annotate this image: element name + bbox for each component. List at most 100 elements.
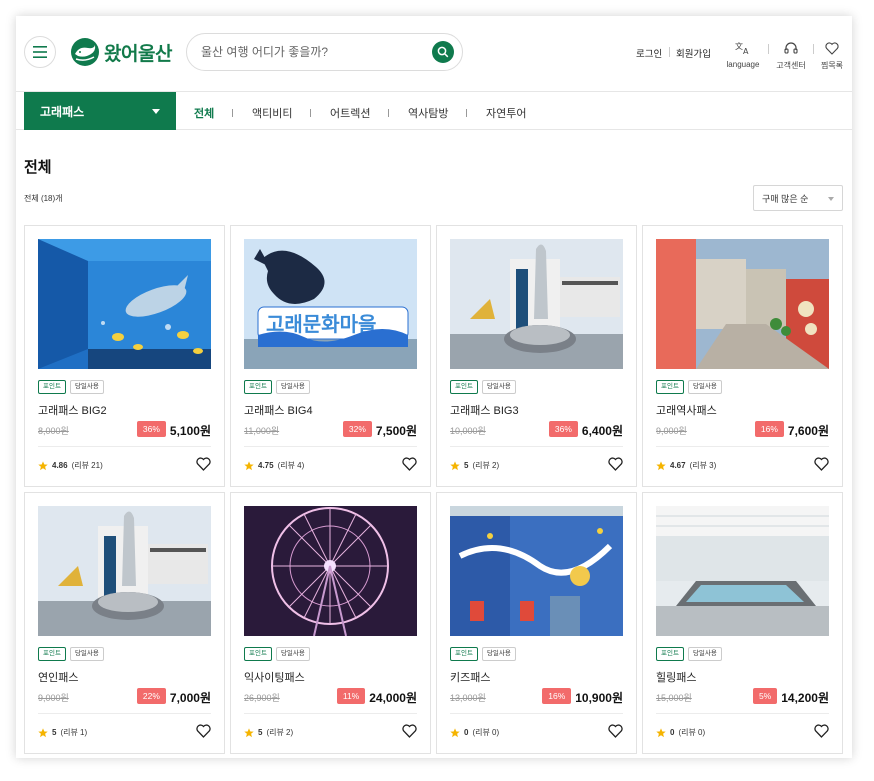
divider [450, 446, 623, 447]
tag-same-day: 당일사용 [481, 380, 516, 394]
sale-price: 7,600원 [787, 424, 829, 438]
sale-price: 6,400원 [581, 424, 623, 438]
wishlist-toggle[interactable] [814, 457, 829, 476]
original-price: 9,000원 [38, 693, 69, 703]
heart-icon [608, 724, 623, 738]
review-count: (리뷰 0) [472, 728, 500, 737]
review-count: (리뷰 2) [472, 461, 500, 470]
discount-badge: 36% [136, 421, 166, 437]
divider [232, 109, 233, 117]
discount-badge: 22% [136, 688, 166, 704]
headset-icon [784, 42, 798, 54]
signup-link[interactable]: 회원가입 [676, 46, 711, 60]
product-card[interactable]: 포인트 당일사용 고래패스 BIG3 10,000원 36% 6,400원 5 … [436, 225, 637, 487]
product-image[interactable] [38, 239, 211, 369]
divider [669, 47, 670, 57]
wishlist-label: 찜목록 [820, 61, 844, 70]
product-image[interactable] [656, 506, 829, 636]
original-price: 9,000원 [656, 426, 687, 436]
menu-button[interactable] [24, 36, 56, 68]
product-card[interactable]: 고래문화마을 포인트 당일사용 고래패스 BIG4 11,000원 32% 7,… [230, 225, 431, 487]
product-photo [656, 239, 829, 369]
search-input[interactable] [201, 34, 421, 70]
wishlist-toggle[interactable] [608, 457, 623, 476]
original-price: 15,000원 [656, 693, 692, 703]
star-icon [38, 460, 48, 470]
product-name[interactable]: 키즈패스 [450, 669, 490, 685]
sale-price: 7,000원 [169, 691, 211, 705]
product-name[interactable]: 힐링패스 [656, 669, 696, 685]
product-name[interactable]: 고래역사패스 [656, 402, 717, 418]
language-button[interactable]: 文 A language [721, 38, 765, 69]
product-name[interactable]: 고래패스 BIG3 [450, 402, 519, 418]
product-card[interactable]: 포인트 당일사용 익사이팅패스 26,900원 11% 24,000원 5 (리… [230, 492, 431, 754]
tag-point: 포인트 [656, 647, 684, 661]
wishlist-toggle[interactable] [196, 724, 211, 743]
product-image[interactable] [244, 506, 417, 636]
product-name[interactable]: 연인패스 [38, 669, 78, 685]
site-logo[interactable]: 왔어울산 [70, 36, 172, 68]
item-count: 전체 (18)개 [24, 194, 63, 203]
product-image[interactable] [656, 239, 829, 369]
original-price: 10,000원 [450, 426, 486, 436]
product-image[interactable]: 고래문화마을 [244, 239, 417, 369]
discount-badge: 32% [342, 421, 372, 437]
rating-score: 4.67 [670, 461, 686, 470]
product-name[interactable]: 고래패스 BIG2 [38, 402, 107, 418]
tab-activity[interactable]: 액티비티 [252, 105, 292, 121]
review-count: (리뷰 4) [277, 461, 305, 470]
wishlist-toggle[interactable] [402, 457, 417, 476]
search-button[interactable] [432, 41, 454, 63]
rating-score: 4.75 [258, 461, 274, 470]
product-card[interactable]: 포인트 당일사용 연인패스 9,000원 22% 7,000원 5 (리뷰 1) [24, 492, 225, 754]
discount-badge: 16% [542, 688, 572, 704]
tag-same-day: 당일사용 [69, 380, 104, 394]
tag-point: 포인트 [656, 380, 684, 394]
tab-attraction[interactable]: 어트렉션 [330, 105, 370, 121]
heart-icon [402, 457, 417, 471]
discount-badge: 5% [752, 688, 778, 704]
product-photo [450, 506, 623, 636]
category-dropdown[interactable]: 고래패스 [24, 92, 176, 130]
product-card[interactable]: 포인트 당일사용 고래역사패스 9,000원 16% 7,600원 4.67 (… [642, 225, 843, 487]
customer-center-button[interactable]: 고객센터 [769, 38, 813, 71]
rating-score: 0 [464, 728, 469, 737]
product-photo [38, 506, 211, 636]
tab-history[interactable]: 역사탐방 [408, 105, 448, 121]
wishlist-toggle[interactable] [402, 724, 417, 743]
wishlist-button[interactable]: 찜목록 [810, 38, 852, 71]
review-count: (리뷰 21) [71, 461, 103, 470]
wishlist-toggle[interactable] [814, 724, 829, 743]
caret-down-icon [152, 109, 160, 114]
product-rating: 5 (리뷰 2) [450, 460, 499, 471]
product-image[interactable] [38, 506, 211, 636]
hamburger-icon [33, 46, 47, 58]
tab-all[interactable]: 전체 [194, 105, 214, 121]
sale-price: 14,200원 [781, 691, 829, 705]
product-card[interactable]: 포인트 당일사용 힐링패스 15,000원 5% 14,200원 0 (리뷰 0… [642, 492, 843, 754]
product-tags: 포인트 당일사용 [38, 380, 104, 394]
product-image[interactable] [450, 506, 623, 636]
product-image[interactable] [450, 239, 623, 369]
star-icon [450, 727, 460, 737]
rating-score: 5 [464, 461, 469, 470]
logo-text: 왔어울산 [104, 43, 172, 65]
product-name[interactable]: 고래패스 BIG4 [244, 402, 313, 418]
wishlist-toggle[interactable] [196, 457, 211, 476]
product-name[interactable]: 익사이팅패스 [244, 669, 305, 685]
sort-dropdown[interactable]: 구매 많은 순 [753, 185, 843, 211]
tab-nature[interactable]: 자연투어 [486, 105, 526, 121]
wishlist-toggle[interactable] [608, 724, 623, 743]
tag-point: 포인트 [38, 380, 66, 394]
heart-icon [814, 457, 829, 471]
product-card[interactable]: 포인트 당일사용 키즈패스 13,000원 16% 10,900원 0 (리뷰 … [436, 492, 637, 754]
rating-score: 0 [670, 728, 675, 737]
heart-icon [814, 724, 829, 738]
original-price: 26,900원 [244, 693, 280, 703]
product-rating: 4.86 (리뷰 21) [38, 460, 103, 471]
login-link[interactable]: 로그인 [636, 46, 662, 60]
original-price: 8,000원 [38, 426, 69, 436]
product-rating: 5 (리뷰 2) [244, 727, 293, 738]
whale-logo-icon [71, 38, 99, 66]
product-card[interactable]: 포인트 당일사용 고래패스 BIG2 8,000원 36% 5,100원 4.8… [24, 225, 225, 487]
